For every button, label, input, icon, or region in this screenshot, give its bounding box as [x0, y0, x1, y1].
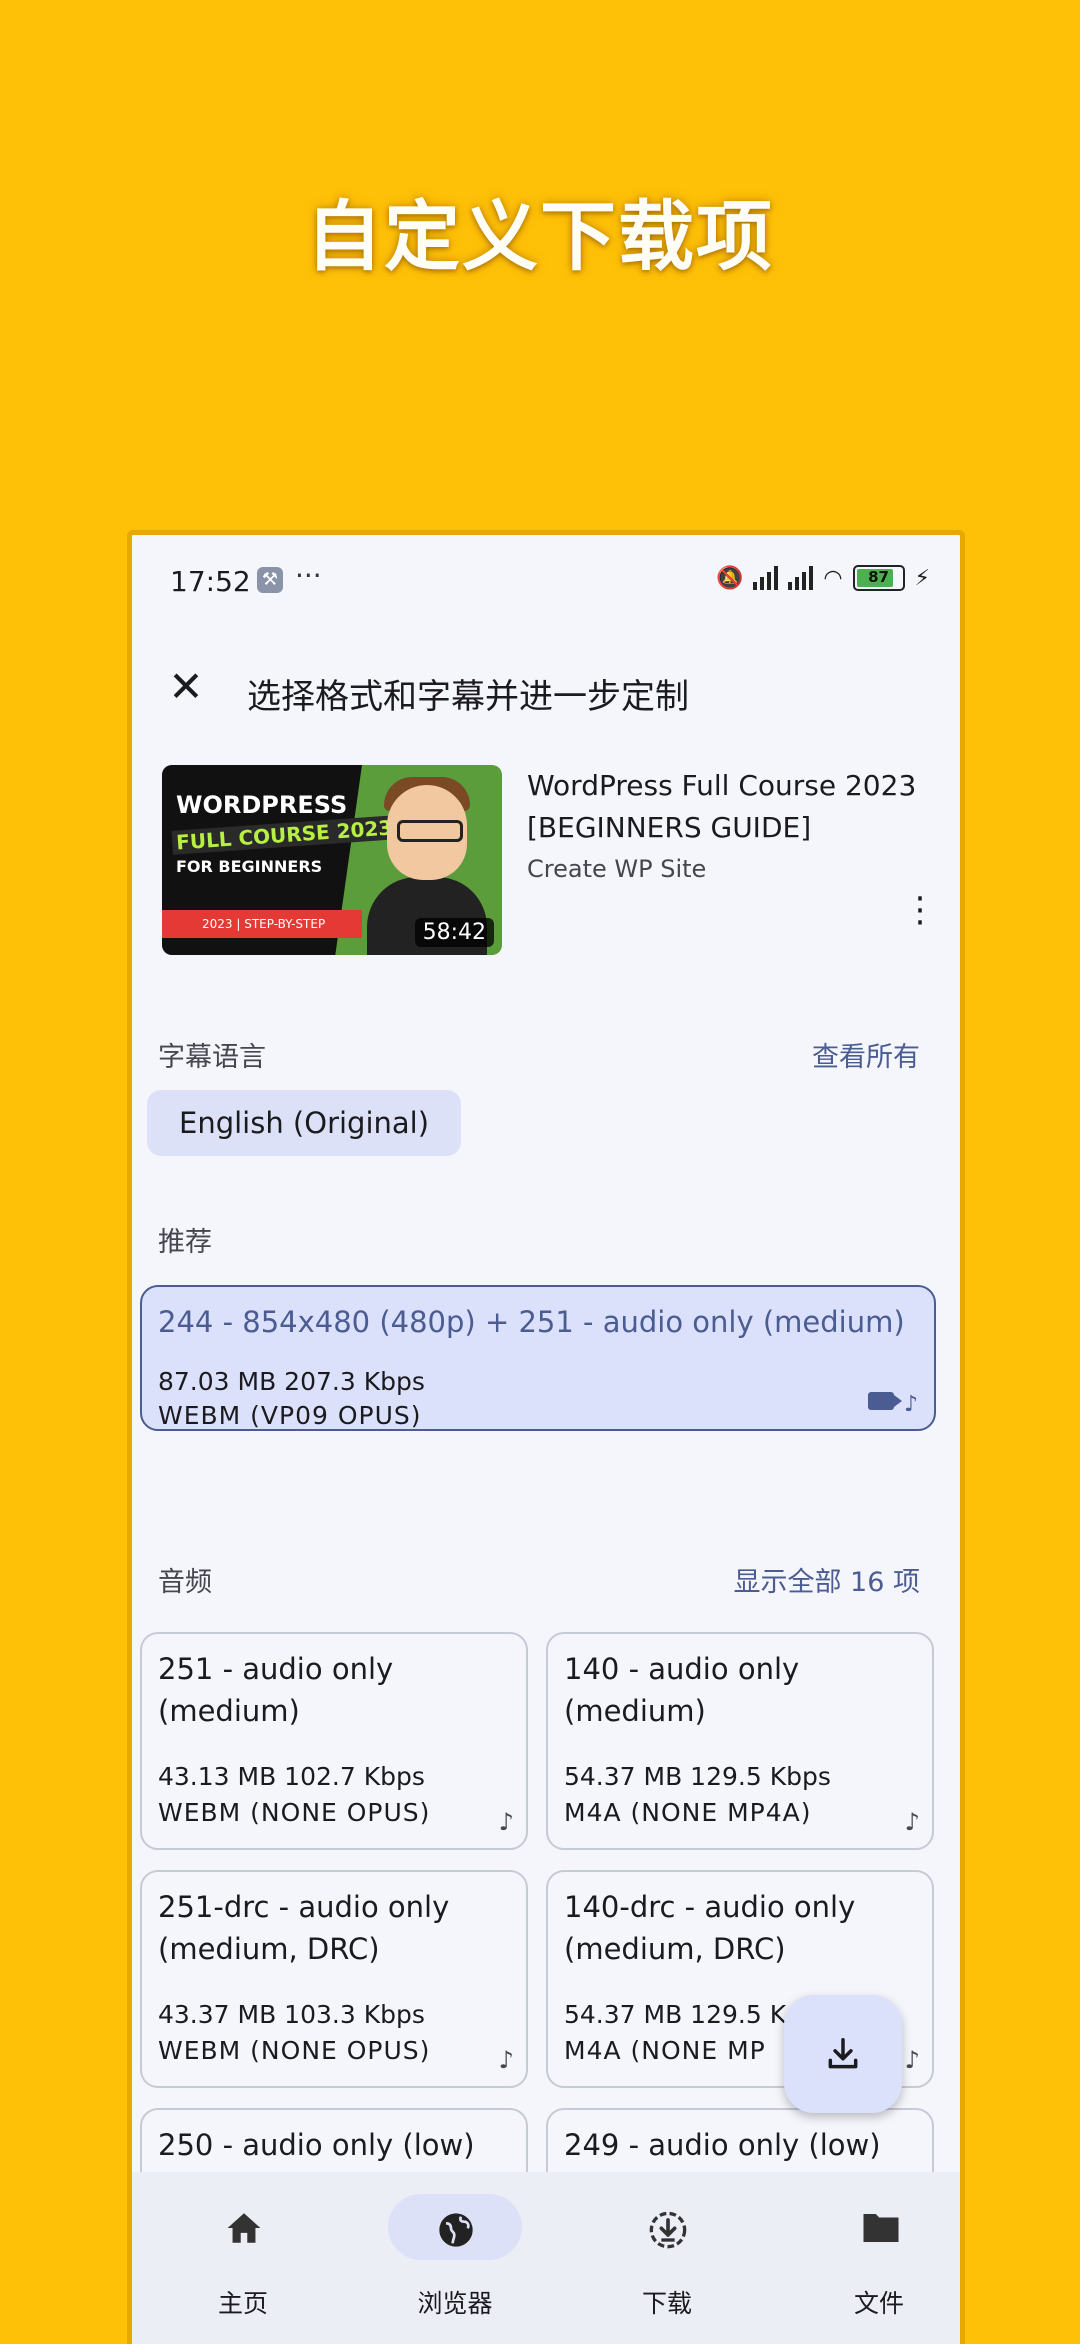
folder-icon: [863, 2214, 899, 2242]
view-all-subtitles-button[interactable]: 查看所有: [812, 1035, 920, 1074]
wrench-icon: ⚒: [257, 567, 283, 593]
home-icon: [227, 2213, 261, 2243]
audio-format-title: 251 - audio only (medium): [158, 1652, 394, 1728]
music-note-icon: ♪: [904, 1808, 920, 1836]
recommended-format-card[interactable]: 244 - 854x480 (480p) + 251 - audio only …: [140, 1285, 936, 1431]
music-note-icon: ♪: [903, 1392, 918, 1417]
video-camera-icon: [867, 1392, 902, 1410]
more-vert-icon[interactable]: · · ·: [908, 882, 932, 940]
nav-label-files: 文件: [853, 2289, 904, 2318]
audio-format-card[interactable]: 251-drc - audio only (medium, DRC) 43.37…: [140, 1870, 528, 2088]
audio-format-size: 43.37 MB 103.3 Kbps: [158, 2000, 425, 2029]
download-icon: [828, 2038, 858, 2069]
promo-title: 自定义下载项: [306, 192, 774, 281]
audio-format-title: 250 - audio only (low): [158, 2128, 475, 2162]
battery-icon: 87: [852, 565, 905, 591]
audio-format-size: 43.13 MB 102.7 Kbps: [158, 1762, 425, 1791]
recommended-format-codec: WEBM (VP09 OPUS): [158, 1401, 422, 1430]
audio-format-title: 249 - audio only (low): [564, 2128, 881, 2162]
audio-format-card[interactable]: 140 - audio only (medium) 54.37 MB 129.5…: [546, 1632, 934, 1850]
bottom-navigation: 主页 浏览器 下载 文件: [132, 2172, 960, 2344]
music-note-icon: ♪: [498, 1808, 514, 1836]
top-app-bar: ✕ 选择格式和字幕并进一步定制: [132, 655, 960, 725]
nav-item-home[interactable]: 主页: [144, 2194, 314, 2324]
page-title: 选择格式和字幕并进一步定制: [247, 677, 689, 717]
audio-format-size: 54.37 MB 129.5 K: [564, 2000, 787, 2029]
globe-icon: [439, 2213, 473, 2247]
audio-format-codec: WEBM (NONE OPUS): [158, 1798, 431, 1827]
audio-format-size: 54.37 MB 129.5 Kbps: [564, 1762, 831, 1791]
video-channel: Create WP Site: [527, 855, 707, 883]
audio-format-card[interactable]: 251 - audio only (medium) 43.13 MB 102.7…: [140, 1632, 528, 1850]
audio-format-codec: WEBM (NONE OPUS): [158, 2036, 431, 2065]
video-info: WORDPRESS FULL COURSE 2023 FOR BEGINNERS…: [162, 765, 932, 960]
nav-label-downloads: 下载: [641, 2289, 692, 2318]
subtitle-section-label: 字幕语言: [158, 1042, 266, 1073]
audio-format-title: 140 - audio only (medium): [564, 1652, 800, 1728]
status-icons: 🔕 ◠ 87 ⚡: [716, 565, 930, 591]
show-all-audio-button[interactable]: 显示全部 16 项: [733, 1560, 920, 1599]
recommended-format-size: 87.03 MB 207.3 Kbps: [158, 1367, 425, 1396]
audio-format-codec: M4A (NONE MP: [564, 2036, 766, 2065]
audio-format-title: 251-drc - audio only (medium, DRC): [158, 1890, 450, 1966]
phone-screen: 17:52 ⚒ ··· 🔕 ◠ 87 ⚡ ✕ 选择格式和字幕并进一步定制 WOR…: [127, 530, 965, 2344]
close-icon[interactable]: ✕: [164, 665, 208, 709]
video-thumbnail[interactable]: WORDPRESS FULL COURSE 2023 FOR BEGINNERS…: [162, 765, 502, 955]
audio-format-title: 140-drc - audio only (medium, DRC): [564, 1890, 856, 1966]
audio-section-label: 音频: [158, 1567, 212, 1598]
recommended-format-title: 244 - 854x480 (480p) + 251 - audio only …: [158, 1305, 905, 1339]
status-time: 17:52: [170, 565, 251, 598]
nav-label-browser: 浏览器: [417, 2289, 493, 2318]
subtitle-chip-english[interactable]: English (Original): [147, 1090, 462, 1156]
recommended-section-label: 推荐: [158, 1227, 212, 1258]
mute-icon: 🔕: [715, 565, 744, 591]
thumbnail-text-3: FOR BEGINNERS: [176, 857, 323, 876]
music-note-icon: ♪: [498, 2046, 514, 2074]
status-bar: 17:52 ⚒ ··· 🔕 ◠ 87 ⚡: [132, 535, 960, 631]
wifi-icon: ◠: [823, 565, 843, 591]
video-duration: 58:42: [414, 918, 494, 947]
more-notifications-icon: ···: [295, 559, 322, 592]
video-title: WordPress Full Course 2023 [BEGINNERS GU…: [527, 769, 917, 844]
signal-icon-2: [788, 566, 814, 590]
music-note-icon: ♪: [904, 2046, 920, 2074]
thumbnail-text-1: WORDPRESS: [176, 791, 348, 819]
download-circle-icon: [649, 2211, 687, 2249]
nav-item-files[interactable]: 文件: [780, 2194, 950, 2324]
nav-item-downloads[interactable]: 下载: [568, 2194, 738, 2324]
thumbnail-text-4: 2023 | STEP-BY-STEP: [162, 910, 362, 938]
battery-level: 87: [868, 568, 889, 586]
signal-icon: [753, 566, 779, 590]
audio-format-codec: M4A (NONE MP4A): [564, 1798, 812, 1827]
download-fab[interactable]: [784, 1995, 902, 2113]
nav-item-browser[interactable]: 浏览器: [356, 2194, 526, 2324]
nav-label-home: 主页: [217, 2289, 268, 2318]
charging-icon: ⚡: [914, 565, 930, 591]
